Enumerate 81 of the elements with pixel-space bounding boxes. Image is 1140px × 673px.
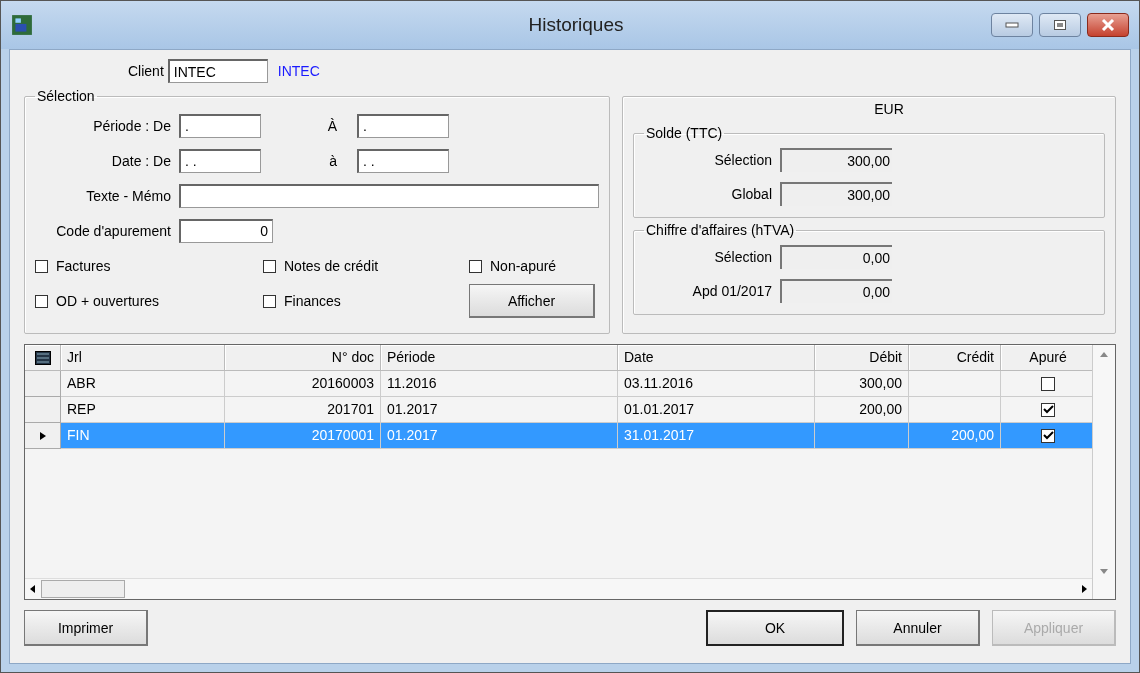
currency-label: EUR (873, 101, 905, 119)
minimize-icon (1005, 22, 1019, 28)
table-cell: 01.01.2017 (618, 397, 815, 423)
field-label: Date : De (110, 152, 171, 169)
table-cell: REP (61, 397, 225, 423)
current-row-icon (39, 431, 46, 440)
code-field[interactable]: 0 (179, 218, 273, 243)
corner-cell[interactable] (25, 345, 61, 371)
dialog-button[interactable]: Imprimer (24, 610, 148, 646)
maximize-icon (1053, 19, 1067, 31)
table-cell: FIN (61, 423, 225, 449)
total-value: 0,00 (780, 279, 892, 303)
cleared-checkbox[interactable] (1041, 428, 1055, 443)
total-label: Apd 01/2017 (691, 283, 772, 299)
client-label: Client (128, 63, 164, 79)
table-cell: 20160003 (225, 371, 381, 397)
scroll-left-icon (29, 584, 37, 594)
column-header[interactable]: Jrl (61, 345, 225, 371)
show-button[interactable]: Afficher (469, 284, 595, 318)
to-field[interactable]: . . (357, 148, 449, 173)
client-name: INTEC (277, 63, 320, 79)
filter-checkbox[interactable]: Notes de crédit (263, 258, 469, 274)
to-field[interactable]: . (357, 113, 449, 138)
memo-field[interactable] (179, 183, 599, 208)
column-header[interactable]: N° doc (225, 345, 381, 371)
table-cell: 201701 (225, 397, 381, 423)
grid-icon (34, 350, 51, 365)
group-title: Sélection (36, 88, 96, 104)
table-row[interactable]: REP 201701 01.2017 01.01.2017 200,00 (25, 397, 1092, 423)
total-value: 300,00 (780, 182, 892, 206)
cleared-checkbox[interactable] (1041, 402, 1055, 417)
column-header[interactable]: Période (381, 345, 618, 371)
horizontal-scrollbar[interactable] (25, 578, 1092, 599)
check-icon (1042, 431, 1054, 440)
column-header[interactable]: Date (618, 345, 815, 371)
close-button[interactable] (1087, 13, 1129, 37)
field-label: Période : De (92, 117, 171, 134)
table-cell: 31.01.2017 (618, 423, 815, 449)
field-label: Texte - Mémo (85, 187, 171, 204)
dialog-button[interactable]: OK (706, 610, 844, 646)
filter-checkbox[interactable]: Non-apuré (469, 258, 599, 274)
cleared-checkbox[interactable] (1041, 376, 1055, 391)
group-title: Solde (TTC) (645, 125, 724, 141)
from-field[interactable]: . (179, 113, 261, 138)
scroll-right-icon (1080, 584, 1088, 594)
table-cell: 01.2017 (381, 423, 618, 449)
scroll-up-icon (1099, 351, 1109, 359)
client-field[interactable]: INTEC (167, 59, 268, 83)
scroll-down-icon (1099, 567, 1109, 575)
column-header[interactable]: Crédit (909, 345, 1001, 371)
dialog-button[interactable]: Annuler (856, 610, 980, 646)
table-cell: 11.2016 (381, 371, 618, 397)
field-label: Code d'apurement (55, 222, 171, 239)
filter-checkbox[interactable]: OD + ouvertures (35, 293, 263, 309)
filter-checkbox[interactable]: Factures (35, 258, 263, 274)
table-row[interactable]: ABR 20160003 11.2016 03.11.2016 300,00 (25, 371, 1092, 397)
check-icon (1042, 405, 1054, 414)
table-cell: 03.11.2016 (618, 371, 815, 397)
maximize-button[interactable] (1039, 13, 1081, 37)
field-label: à (328, 152, 337, 169)
app-icon (11, 14, 33, 36)
table-cell: 01.2017 (381, 397, 618, 423)
group-title: Chiffre d'affaires (hTVA) (645, 222, 796, 238)
total-label: Global (730, 186, 772, 202)
from-field[interactable]: . . (179, 148, 261, 173)
total-label: Sélection (713, 249, 772, 265)
total-value: 0,00 (780, 245, 892, 269)
close-icon (1101, 19, 1115, 31)
filter-checkbox[interactable]: Finances (263, 293, 469, 309)
table-cell: 300,00 (815, 371, 909, 397)
total-label: Sélection (713, 152, 772, 168)
minimize-button[interactable] (991, 13, 1033, 37)
table-cell: 200,00 (909, 423, 1001, 449)
window-title: Historiques (527, 14, 625, 36)
table-cell: 20170001 (225, 423, 381, 449)
table-cell: ABR (61, 371, 225, 397)
total-value: 300,00 (780, 148, 892, 172)
scroll-thumb[interactable] (41, 580, 125, 598)
table-cell: 200,00 (815, 397, 909, 423)
field-label: À (326, 117, 337, 134)
column-header[interactable]: Débit (815, 345, 909, 371)
